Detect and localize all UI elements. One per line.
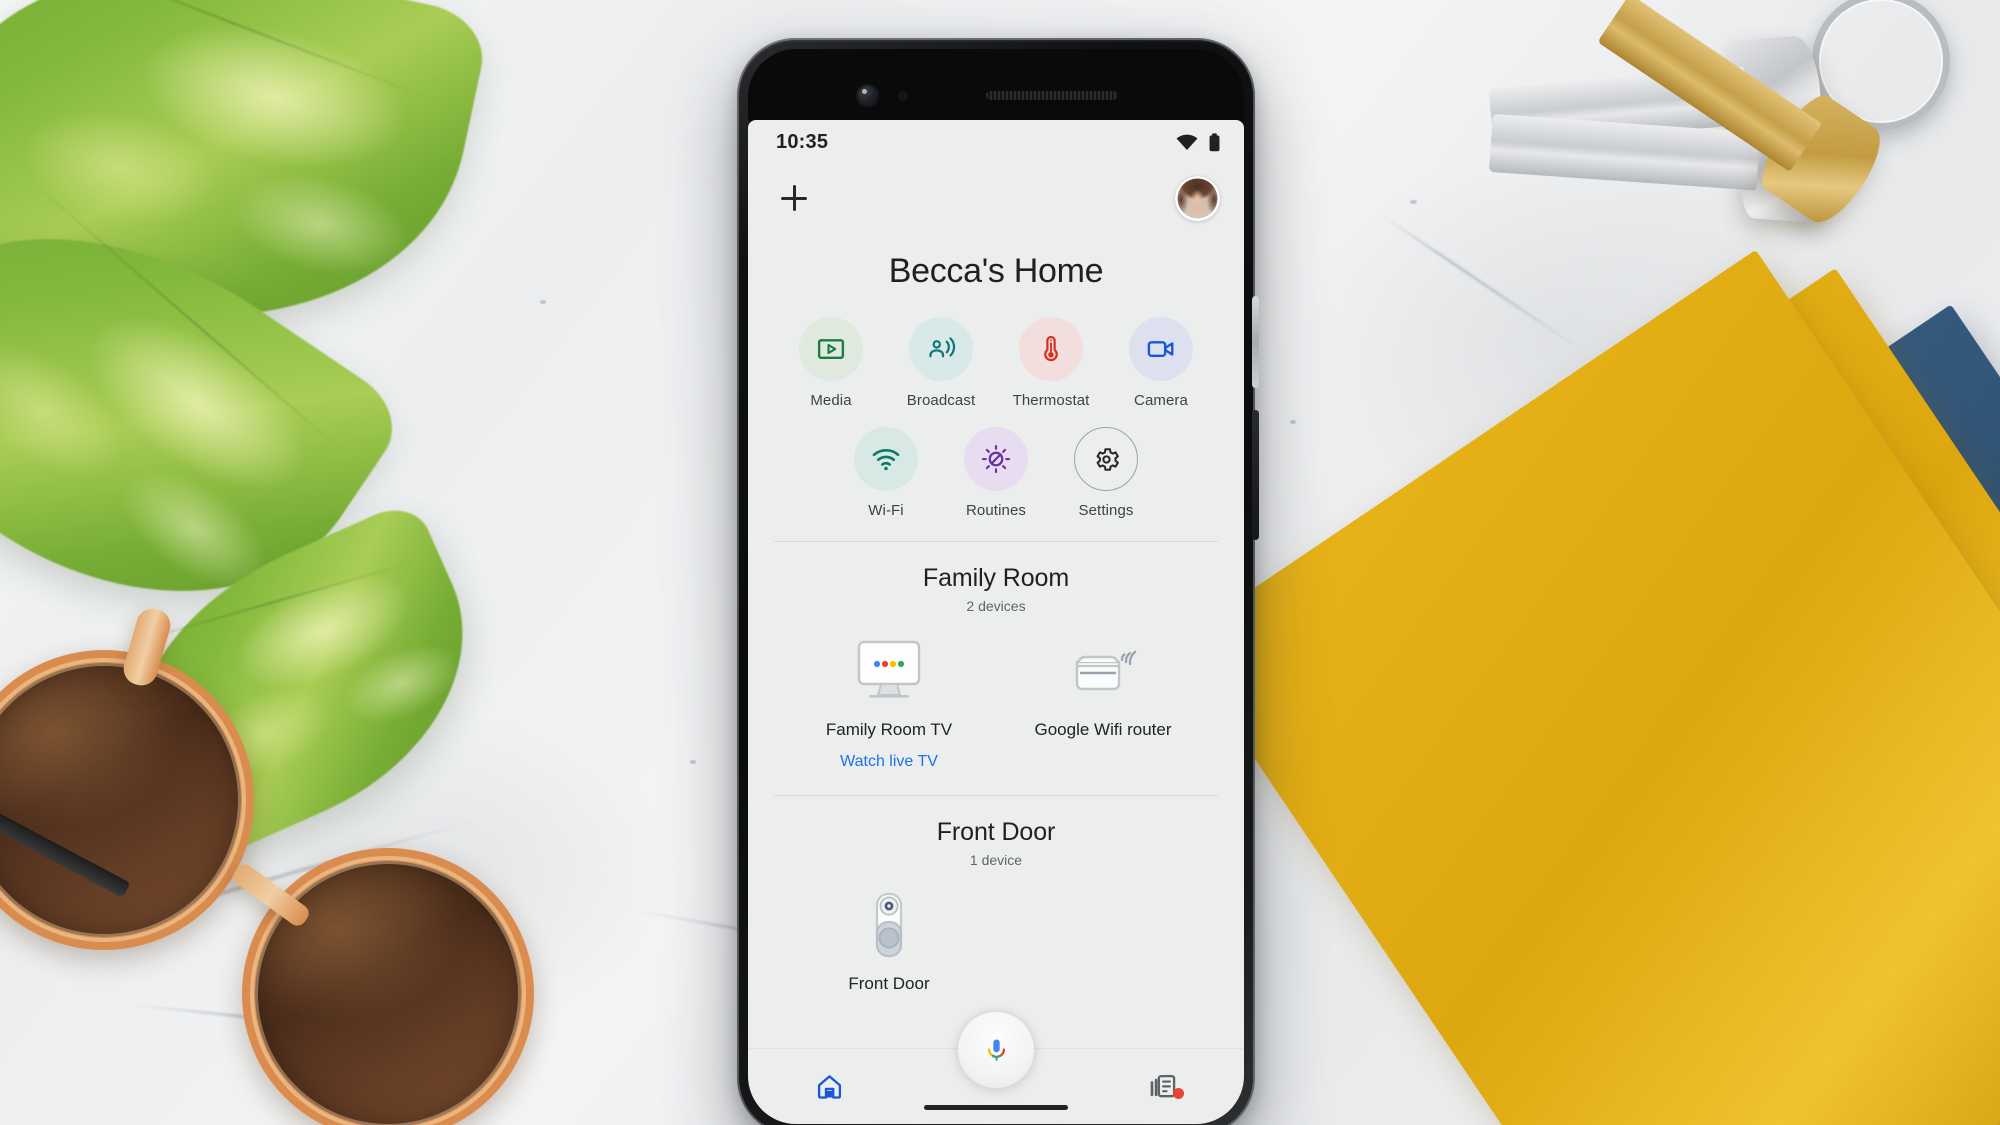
routines-sun-icon	[964, 427, 1028, 491]
thermostat-icon	[1019, 317, 1083, 381]
marble-speck	[690, 760, 696, 764]
device-action[interactable]: Watch live TV	[840, 753, 938, 771]
nav-item-home[interactable]	[748, 1072, 911, 1101]
room-family-room: Family Room 2 devices Family Room TV Wat…	[748, 542, 1244, 771]
quick-actions-row-2: Wi-Fi Routines Settings	[748, 427, 1244, 519]
marble-speck	[1290, 420, 1296, 424]
wifi-router-icon	[1065, 638, 1141, 706]
quick-action-thermostat[interactable]: Thermostat	[1006, 317, 1096, 409]
assistant-mic-icon[interactable]	[958, 1012, 1034, 1088]
quick-action-camera[interactable]: Camera	[1116, 317, 1206, 409]
volume-button[interactable]	[1252, 410, 1259, 540]
room-front-door: Front Door 1 device Front Door	[748, 796, 1244, 994]
marble-speck	[540, 300, 546, 304]
quick-action-label: Thermostat	[1012, 392, 1090, 409]
device-grid: Front Door	[748, 868, 1244, 994]
avatar[interactable]	[1175, 175, 1220, 221]
app-bar	[748, 164, 1244, 232]
quick-action-settings[interactable]: Settings	[1061, 427, 1151, 519]
device-family-room-tv[interactable]: Family Room TV Watch live TV	[782, 638, 996, 771]
room-count: 1 device	[969, 852, 1023, 868]
front-camera-icon	[856, 84, 879, 107]
battery-icon	[1209, 132, 1220, 151]
quick-action-label: Media	[810, 392, 852, 409]
device-name: Google Wifi router	[1034, 720, 1172, 739]
feed-icon	[1150, 1074, 1176, 1098]
home-content: Becca's Home Media Broadcast Thermostat …	[748, 232, 1244, 1048]
quick-action-label: Camera	[1134, 392, 1188, 409]
earpiece-speaker-grille	[986, 91, 1118, 100]
doorbell-icon	[864, 892, 914, 960]
phone-top-bezel	[748, 49, 1244, 123]
gesture-nav-bar[interactable]	[924, 1105, 1068, 1110]
quick-action-label: Wi-Fi	[868, 502, 904, 519]
phone-device: 10:35 Becca's Home Media Broadcast Therm…	[737, 38, 1259, 1125]
quick-action-label: Broadcast	[906, 392, 976, 409]
camera-video-icon	[1129, 317, 1193, 381]
status-icons	[1176, 132, 1220, 152]
quick-action-label: Routines	[965, 502, 1026, 519]
broadcast-icon	[909, 317, 973, 381]
power-button[interactable]	[1252, 296, 1259, 388]
device-slot-empty	[996, 892, 1210, 994]
nav-item-feed[interactable]	[1081, 1072, 1244, 1101]
device-front-door-doorbell[interactable]: Front Door	[782, 892, 996, 994]
chromecast-tv-icon	[851, 638, 927, 706]
quick-action-broadcast[interactable]: Broadcast	[896, 317, 986, 409]
bottom-bar	[748, 1012, 1244, 1124]
device-name: Family Room TV	[825, 720, 953, 739]
phone-screen: 10:35 Becca's Home Media Broadcast Therm…	[748, 120, 1244, 1124]
room-count: 2 devices	[966, 598, 1026, 614]
quick-action-routines[interactable]: Routines	[951, 427, 1041, 519]
media-play-icon	[799, 317, 863, 381]
quick-action-media[interactable]: Media	[786, 317, 876, 409]
page-title: Becca's Home	[888, 252, 1104, 290]
status-bar: 10:35	[748, 120, 1244, 164]
marble-speck	[1410, 200, 1417, 204]
room-name: Family Room	[922, 564, 1070, 592]
quick-action-label: Settings	[1078, 502, 1134, 519]
room-name: Front Door	[936, 818, 1056, 846]
wifi-signal-icon	[854, 427, 918, 491]
gear-icon	[1074, 427, 1138, 491]
home-icon	[817, 1075, 841, 1099]
ir-sensor-icon	[898, 91, 908, 101]
add-button[interactable]	[774, 178, 814, 218]
quick-actions-row-1: Media Broadcast Thermostat Camera	[748, 317, 1244, 409]
device-name: Front Door	[848, 974, 930, 993]
sunglasses-lens-right	[242, 848, 534, 1125]
device-grid: Family Room TV Watch live TV Google Wifi…	[748, 614, 1244, 771]
feed-notification-badge	[1172, 1088, 1184, 1099]
wifi-icon	[1176, 134, 1198, 150]
quick-action-wifi[interactable]: Wi-Fi	[841, 427, 931, 519]
device-google-wifi-router[interactable]: Google Wifi router	[996, 638, 1210, 771]
status-time: 10:35	[776, 130, 829, 153]
